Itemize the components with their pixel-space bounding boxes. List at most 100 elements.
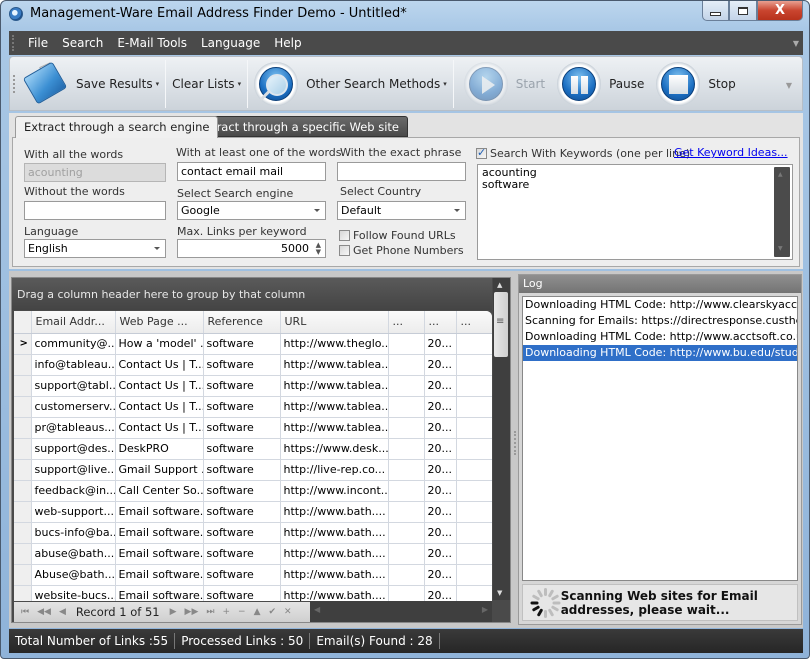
table-row[interactable]: Abuse@bath.... Email software... software h… xyxy=(14,564,492,586)
cell-url[interactable]: http://www.bath.... xyxy=(280,501,389,523)
cell-web-page[interactable]: Contact Us | T... xyxy=(115,375,204,397)
table-row[interactable]: info@tableau... Contact Us | T... software… xyxy=(14,354,492,376)
cell-web-page[interactable]: Email software... xyxy=(115,522,204,544)
cell-extra-1[interactable] xyxy=(388,354,425,376)
cell-extra-3[interactable] xyxy=(456,438,492,460)
cell-extra-1[interactable] xyxy=(388,333,425,355)
cell-extra-3[interactable] xyxy=(456,459,492,481)
cell-email[interactable]: support@tabl... xyxy=(31,375,116,397)
table-row[interactable]: website-bucs... Email software... software… xyxy=(14,585,492,601)
cell-extra-2[interactable]: 20... xyxy=(424,396,457,418)
cell-email[interactable]: web-support... xyxy=(31,501,116,523)
column-header-extra-2[interactable]: ... xyxy=(424,311,457,334)
cell-web-page[interactable]: Contact Us | T... xyxy=(115,417,204,439)
grid-vertical-scrollbar[interactable]: ▲ ▼ xyxy=(493,278,510,600)
cell-url[interactable]: http://www.bath.... xyxy=(280,564,389,586)
panel-splitter[interactable] xyxy=(514,431,516,455)
cell-url[interactable]: http://www.incont... xyxy=(280,480,389,502)
table-row[interactable]: support@des... DeskPRO software https://www… xyxy=(14,438,492,460)
table-row[interactable]: feedback@in... Call Center So... software h… xyxy=(14,480,492,502)
accept-edit-icon[interactable]: ✔ xyxy=(269,607,277,617)
cell-extra-2[interactable]: 20... xyxy=(424,333,457,355)
next-page-icon[interactable]: ▶▶ xyxy=(185,607,199,617)
row-indicator[interactable] xyxy=(14,354,32,376)
search-engine-select[interactable]: Google xyxy=(177,201,326,220)
cell-email[interactable]: feedback@in... xyxy=(31,480,116,502)
cell-web-page[interactable]: Email software... xyxy=(115,585,204,601)
table-row[interactable]: > community@... How a 'model' ... software h… xyxy=(14,333,492,355)
atleast-words-input[interactable]: contact email mail xyxy=(177,162,326,181)
cell-extra-1[interactable] xyxy=(388,522,425,544)
scroll-left-icon[interactable]: ◀ xyxy=(314,605,320,614)
cell-email[interactable]: community@... xyxy=(31,333,116,355)
column-header-reference[interactable]: Reference xyxy=(203,311,281,334)
cell-web-page[interactable]: DeskPRO xyxy=(115,438,204,460)
search-keywords-checkbox[interactable]: Search With Keywords (one per line) xyxy=(476,146,690,160)
cell-extra-3[interactable] xyxy=(456,585,492,601)
clear-lists-button[interactable]: Clear Lists ▾ xyxy=(166,57,247,110)
cell-extra-3[interactable] xyxy=(456,501,492,523)
row-indicator[interactable] xyxy=(14,375,32,397)
cell-email[interactable]: Abuse@bath.... xyxy=(31,564,116,586)
scroll-right-icon[interactable]: ▶ xyxy=(482,605,488,614)
cell-extra-2[interactable]: 20... xyxy=(424,543,457,565)
cell-url[interactable]: http://www.bath.... xyxy=(280,522,389,544)
cell-reference[interactable]: software xyxy=(203,438,281,460)
cell-reference[interactable]: software xyxy=(203,375,281,397)
cell-extra-2[interactable]: 20... xyxy=(424,438,457,460)
cell-email[interactable]: website-bucs... xyxy=(31,585,116,601)
cell-extra-2[interactable]: 20... xyxy=(424,459,457,481)
minimize-button[interactable] xyxy=(702,1,729,21)
log-entry[interactable]: Downloading HTML Code: http://www.clears… xyxy=(523,297,797,313)
menu-grip-icon[interactable] xyxy=(12,35,14,51)
cell-extra-1[interactable] xyxy=(388,543,425,565)
cell-url[interactable]: http://www.theglo... xyxy=(280,333,389,355)
cell-extra-1[interactable] xyxy=(388,501,425,523)
table-row[interactable]: pr@tableaus... Contact Us | T... software h… xyxy=(14,417,492,439)
prev-page-icon[interactable]: ◀◀ xyxy=(37,607,51,617)
scroll-down-icon[interactable]: ▼ xyxy=(778,243,783,255)
add-record-icon[interactable]: + xyxy=(222,607,230,617)
cell-email[interactable]: abuse@bath.... xyxy=(31,543,116,565)
cell-email[interactable]: customerserv... xyxy=(31,396,116,418)
cell-web-page[interactable]: How a 'model' ... xyxy=(115,333,204,355)
table-row[interactable]: support@live... Gmail Support ... software… xyxy=(14,459,492,481)
cell-extra-3[interactable] xyxy=(456,543,492,565)
cell-extra-1[interactable] xyxy=(388,375,425,397)
row-indicator[interactable] xyxy=(14,480,32,502)
stop-button[interactable]: Stop xyxy=(650,57,741,110)
log-entry[interactable]: Scanning for Emails: https://directrespo… xyxy=(523,313,797,329)
cell-extra-1[interactable] xyxy=(388,564,425,586)
without-words-input[interactable] xyxy=(24,201,166,220)
column-header-url[interactable]: URL xyxy=(280,311,389,334)
menu-help[interactable]: Help xyxy=(274,36,301,50)
menu-overflow-icon[interactable]: ▼ xyxy=(793,39,799,48)
cell-extra-2[interactable]: 20... xyxy=(424,375,457,397)
cell-reference[interactable]: software xyxy=(203,543,281,565)
cell-reference[interactable]: software xyxy=(203,333,281,355)
cell-url[interactable]: http://live-rep.co... xyxy=(280,459,389,481)
cell-reference[interactable]: software xyxy=(203,564,281,586)
exact-phrase-input[interactable] xyxy=(337,162,466,181)
menu-email-tools[interactable]: E-Mail Tools xyxy=(117,36,187,50)
start-button[interactable]: Start xyxy=(454,57,551,110)
tab-specific-website[interactable]: Extract through a specific Web site xyxy=(189,116,408,137)
menu-search[interactable]: Search xyxy=(62,36,103,50)
first-record-icon[interactable]: ⏮ xyxy=(21,607,29,617)
row-indicator[interactable] xyxy=(14,417,32,439)
column-header-email[interactable]: Email Addr... xyxy=(31,311,116,334)
pause-button[interactable]: Pause xyxy=(551,57,650,110)
cancel-edit-icon[interactable]: ✕ xyxy=(284,607,292,617)
cell-web-page[interactable]: Email software... xyxy=(115,564,204,586)
row-indicator[interactable] xyxy=(14,543,32,565)
menu-language[interactable]: Language xyxy=(201,36,260,50)
cell-email[interactable]: info@tableau... xyxy=(31,354,116,376)
column-header-extra-3[interactable]: ... xyxy=(456,311,492,334)
scroll-up-icon[interactable]: ▲ xyxy=(497,281,502,289)
keywords-textarea[interactable]: acounting software ▲ ▼ xyxy=(477,164,793,260)
log-entry[interactable]: Downloading HTML Code: http://www.bu.edu… xyxy=(523,345,797,361)
cell-url[interactable]: http://www.tablea... xyxy=(280,375,389,397)
delete-record-icon[interactable]: − xyxy=(238,607,246,617)
log-list[interactable]: Downloading HTML Code: http://www.clears… xyxy=(522,296,798,581)
cell-reference[interactable]: software xyxy=(203,354,281,376)
